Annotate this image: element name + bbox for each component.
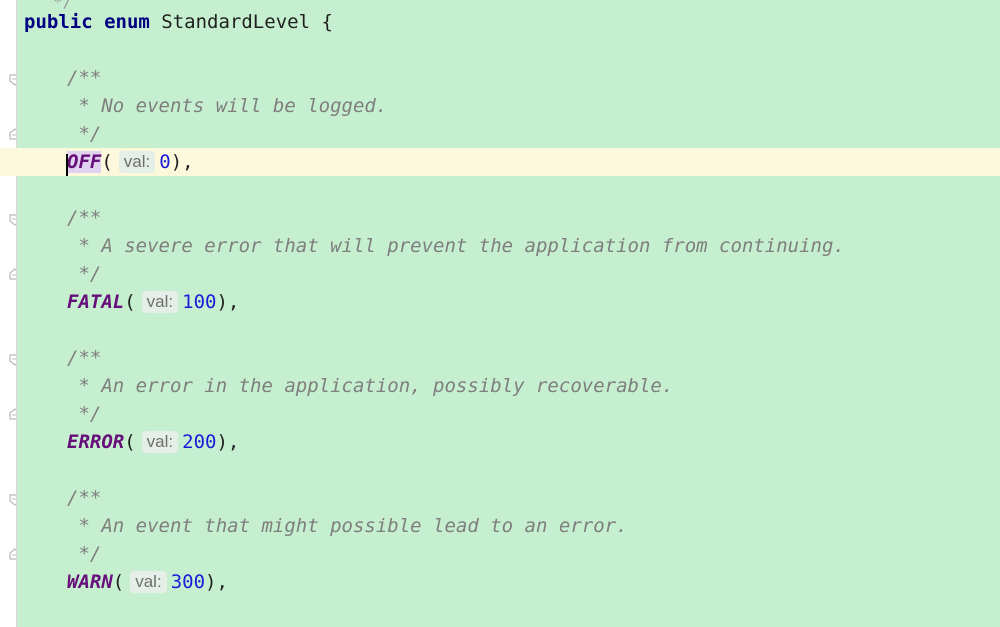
parameter-hint: val:	[141, 431, 179, 453]
comment-line[interactable]: */	[17, 400, 1000, 428]
keyword-public: public	[24, 11, 93, 33]
comment-line[interactable]: * An event that might possible lead to a…	[17, 512, 1000, 540]
comment-line[interactable]: */	[17, 120, 1000, 148]
code-editor[interactable]: */ public enum StandardLevel { /** * No …	[0, 0, 1000, 627]
comment-line[interactable]: */	[17, 260, 1000, 288]
enum-constant-error[interactable]: ERROR	[67, 431, 124, 453]
close-paren: ),	[216, 291, 240, 313]
constant-first-char: O	[67, 151, 79, 173]
text-cursor-icon	[66, 154, 68, 176]
comment-line[interactable]: */	[17, 540, 1000, 568]
constant-rest: FF	[78, 151, 102, 173]
editor-gutter[interactable]	[0, 0, 21, 627]
comment-line[interactable]: /**	[17, 204, 1000, 232]
close-paren: ),	[170, 151, 194, 173]
enum-constant-line-fatal[interactable]: FATAL(val: 100),	[17, 288, 1000, 316]
parameter-hint: val:	[118, 151, 156, 173]
comment-line[interactable]: /**	[17, 64, 1000, 92]
close-paren: ),	[216, 431, 240, 453]
enum-constant-line-error[interactable]: ERROR(val: 200),	[17, 428, 1000, 456]
number-literal: 300	[170, 571, 206, 593]
comment-line[interactable]: * A severe error that will prevent the a…	[17, 232, 1000, 260]
enum-declaration-line[interactable]: public enum StandardLevel {	[17, 8, 1000, 36]
comment-line[interactable]: * No events will be logged.	[17, 92, 1000, 120]
enum-constant-line-off[interactable]: OFF(val: 0),	[0, 148, 1000, 176]
enum-constant-warn[interactable]: WARN	[67, 571, 113, 593]
parameter-hint: val:	[130, 571, 167, 593]
open-paren: (	[124, 431, 136, 453]
close-paren: ),	[205, 571, 228, 593]
parameter-hint: val:	[141, 291, 179, 313]
number-literal: 0	[159, 151, 171, 173]
enum-name: StandardLevel {	[149, 11, 333, 33]
keyword-enum: enum	[104, 11, 150, 33]
comment-line[interactable]: /**	[17, 484, 1000, 512]
number-literal: 200	[182, 431, 217, 453]
enum-constant-fatal[interactable]: FATAL	[67, 291, 124, 313]
enum-constant-off[interactable]: OFF	[66, 151, 102, 176]
number-literal: 100	[182, 291, 217, 313]
comment-line[interactable]: /**	[17, 344, 1000, 372]
enum-constant-line-warn[interactable]: WARN(val: 300),	[17, 568, 1000, 596]
open-paren: (	[124, 291, 136, 313]
comment-line[interactable]: * An error in the application, possibly …	[17, 372, 1000, 400]
open-paren: (	[112, 571, 125, 593]
open-paren: (	[101, 151, 113, 173]
